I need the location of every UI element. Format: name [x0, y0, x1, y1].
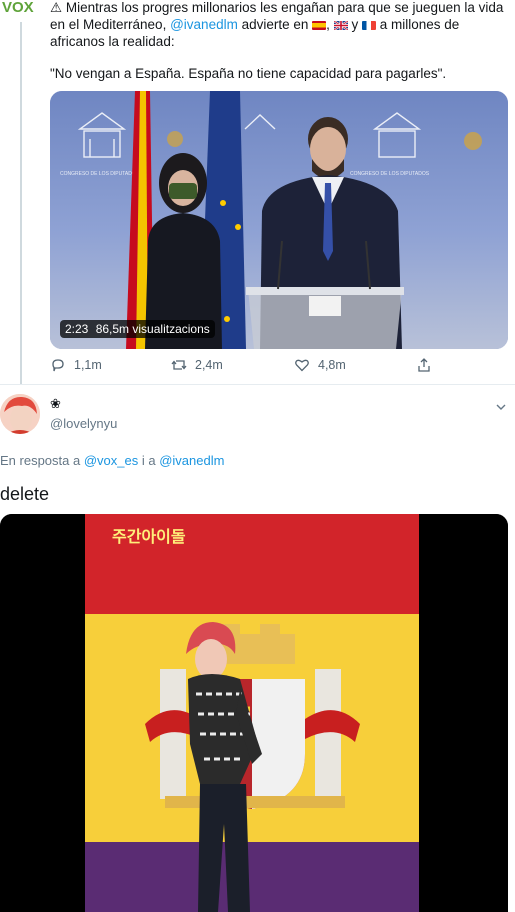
reply-icon — [52, 359, 64, 372]
reply-mention-ivanedlm[interactable]: @ivanedlm — [159, 453, 224, 468]
tweet-actions: 1,1m 2,4m 4,8m — [50, 357, 450, 377]
heart-icon — [295, 359, 309, 372]
france-flag-icon — [361, 21, 376, 30]
tweet-vox[interactable]: VOX ⚠ Mientras los progres millonarios l… — [0, 0, 515, 384]
video-badge: 2:23 86,5m visualitzacions — [60, 320, 215, 338]
vox-logo-text: VOX — [2, 0, 34, 16]
spain-flag-icon — [312, 21, 327, 30]
tweet-divider — [0, 384, 515, 385]
tweet-quote: "No vengan a España. España no tiene cap… — [50, 66, 447, 81]
reply-mention-vox[interactable]: @vox_es — [84, 453, 138, 468]
reply-video-media[interactable]: 주간아이돌 — [0, 514, 508, 912]
share-icon — [418, 358, 430, 372]
share-button[interactable] — [416, 357, 432, 373]
avatar[interactable] — [0, 394, 40, 434]
svg-text:CONGRESO DE LOS DIPUTADOS: CONGRESO DE LOS DIPUTADOS — [350, 171, 430, 177]
like-button[interactable]: 4,8m — [294, 357, 346, 373]
reply-and: i a — [141, 453, 156, 468]
chevron-down-icon[interactable] — [494, 400, 508, 414]
video-duration: 2:23 — [65, 322, 89, 336]
user-handle[interactable]: @lovelynyu — [50, 416, 117, 431]
retweet-button[interactable]: 2,4m — [171, 357, 223, 373]
reply-count: 1,1m — [74, 358, 102, 372]
retweet-icon — [171, 360, 187, 370]
thread-line — [20, 22, 22, 384]
reply-prefix: En resposta a — [0, 453, 81, 468]
tweet-text-y: y — [351, 17, 359, 32]
video-thumbnail[interactable]: CONGRESO DE LOS DIPUTADOS CONGRESO DE LO… — [50, 91, 508, 349]
reply-button[interactable]: 1,1m — [50, 357, 102, 373]
vox-avatar[interactable]: VOX — [0, 0, 40, 20]
video-views: 86,5m visualitzacions — [95, 322, 210, 336]
svg-text:CONGRESO DE LOS DIPUTADOS: CONGRESO DE LOS DIPUTADOS — [60, 171, 140, 177]
like-count: 4,8m — [318, 358, 346, 372]
tweet-text-mid: advierte en — [241, 17, 309, 32]
reply-context: En resposta a @vox_es i a @ivanedlm — [0, 453, 224, 468]
retweet-count: 2,4m — [195, 358, 223, 372]
tweet-text: ⚠ Mientras los progres millonarios les e… — [50, 0, 504, 49]
display-name[interactable]: ❀ — [50, 396, 61, 412]
show-logo-text: 주간아이돌 — [112, 527, 186, 546]
mention-link[interactable]: @ivanedlm — [170, 17, 238, 32]
uk-flag-icon — [333, 21, 348, 30]
reply-tweet-text: delete — [0, 484, 50, 504]
